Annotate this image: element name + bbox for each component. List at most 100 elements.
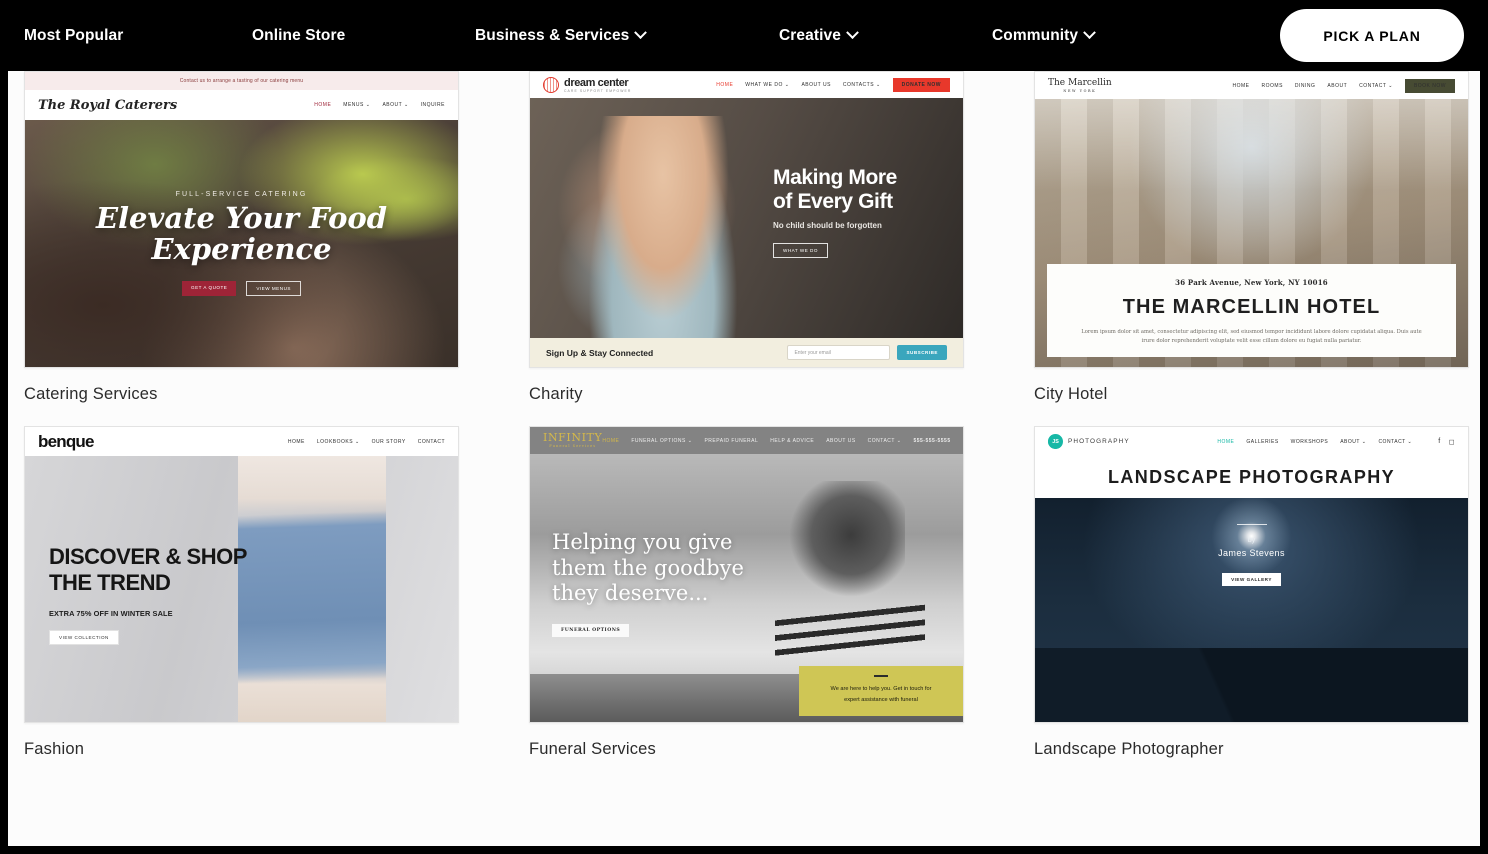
headline-line: Experience [151,231,332,266]
nav-item-creative[interactable]: Creative [779,26,859,45]
site-nav: HOME LOOKBOOKS ⌄ OUR STORY CONTACT [288,439,445,445]
site-hero: Helping you give them the goodbye they d… [530,454,963,722]
site-nav-item: ABOUT ⌄ [1340,438,1367,445]
site-header: INFINITY Funeral Services HOME FUNERAL O… [530,427,963,454]
nav-item-most-popular[interactable]: Most Popular [24,27,123,45]
hotel-info-panel: 36 Park Avenue, New York, NY 10016 THE M… [1047,264,1456,357]
pick-a-plan-button[interactable]: PICK A PLAN [1280,9,1464,62]
funeral-site-preview: Helping you give them the goodbye they d… [530,427,963,722]
site-logo: The Royal Caterers [38,97,178,113]
template-card-city-hotel[interactable]: The Marcellin NEW YORK HOME ROOMS DINING… [1034,71,1469,404]
hero-photo-tree [785,481,905,601]
funeral-options-button: FUNERAL OPTIONS [552,623,630,637]
site-hero: FULL-SERVICE CATERING Elevate Your Food … [25,120,458,367]
site-nav: HOME WHAT WE DO ⌄ ABOUT US CONTACTS ⌄ DO… [716,78,950,92]
top-navigation-bar: Most Popular Online Store Business & Ser… [0,0,1488,71]
nav-label: Community [992,26,1079,44]
site-nav-item: MENUS ⌄ [343,102,371,108]
hero-headline: DISCOVER & SHOP THE TREND [49,544,247,596]
hotel-headline: THE MARCELLIN HOTEL [1122,296,1381,318]
site-nav: HOME GALLERIES WORKSHOPS ABOUT ⌄ CONTACT… [1217,438,1455,446]
template-thumbnail[interactable]: JS PHOTOGRAPHY HOME GALLERIES WORKSHOPS … [1034,426,1469,723]
template-card-funeral-services[interactable]: Helping you give them the goodbye they d… [529,426,964,759]
fashion-site-preview: benque HOME LOOKBOOKS ⌄ OUR STORY CONTAC… [25,427,458,722]
phone-number: 555-555-5555 [913,437,951,444]
template-thumbnail[interactable]: Helping you give them the goodbye they d… [529,426,964,723]
site-nav-item: CONTACT [417,438,445,445]
divider [874,675,888,678]
globe-logo-icon [543,77,559,93]
author-name: James Stevens [1218,548,1285,558]
chevron-down-icon [846,26,859,40]
newsletter-bar: Sign Up & Stay Connected Enter your emai… [530,338,963,367]
hotel-body-text: Lorem ipsum dolor sit amet, consectetur … [1081,329,1422,345]
nav-item-business-services[interactable]: Business & Services [475,26,648,45]
site-logo: dream center [564,77,629,89]
template-thumbnail[interactable]: The Marcellin NEW YORK HOME ROOMS DINING… [1034,71,1469,368]
site-header: benque HOME LOOKBOOKS ⌄ OUR STORY CONTAC… [25,427,458,456]
hero-kicker: FULL-SERVICE CATERING [175,190,308,198]
template-card-catering-services[interactable]: Contact us to arrange a tasting of our c… [24,71,459,404]
template-thumbnail[interactable]: dream center CARE SUPPORT EMPOWER HOME W… [529,71,964,368]
site-nav: HOME FUNERAL OPTIONS ⌄ PREPAID FUNERAL H… [602,438,950,444]
book-now-button: BOOK NOW [1404,78,1455,93]
site-nav-item: FUNERAL OPTIONS ⌄ [631,437,693,444]
newsletter-title: Sign Up & Stay Connected [546,347,654,358]
nav-item-community[interactable]: Community [992,26,1097,45]
hero-text: Helping you give them the goodbye they d… [552,530,744,637]
site-logo-subtext: NEW YORK [1063,89,1097,93]
hero-text: Making More of Every Gift No child shoul… [773,166,897,258]
charity-site-preview: dream center CARE SUPPORT EMPOWER HOME W… [530,72,963,367]
site-logo-text: INFINITY [543,431,603,445]
headline-line: THE TREND [49,569,171,595]
site-logo-subtext: Funeral Services [549,444,597,449]
template-caption: Fashion [24,740,85,758]
template-caption: Charity [529,385,583,403]
site-hero: Making More of Every Gift No child shoul… [530,98,963,341]
template-card-fashion[interactable]: benque HOME LOOKBOOKS ⌄ OUR STORY CONTAC… [24,426,459,759]
site-nav: HOME ROOMS DINING ABOUT CONTACT ⌄ BOOK N… [1233,78,1455,93]
template-card-charity[interactable]: dream center CARE SUPPORT EMPOWER HOME W… [529,71,964,404]
template-caption: City Hotel [1034,385,1108,403]
site-nav-item: WHAT WE DO ⌄ [745,82,790,88]
site-logo: The Marcellin NEW YORK [1048,78,1112,94]
hero-text: DISCOVER & SHOP THE TREND EXTRA 75% OFF … [49,544,247,645]
subscribe-button: SUBSCRIBE [897,345,947,360]
instagram-icon: ◻ [1448,438,1455,446]
nav-label: Most Popular [24,26,124,44]
hero-buttons: GET A QUOTE VIEW MENUS [182,281,301,297]
site-logo: INFINITY Funeral Services [543,432,602,449]
divider [1236,524,1267,525]
nav-item-online-store[interactable]: Online Store [252,27,345,45]
email-input: Enter your email [787,345,891,360]
get-a-quote-button: GET A QUOTE [182,281,237,297]
template-card-landscape-photographer[interactable]: JS PHOTOGRAPHY HOME GALLERIES WORKSHOPS … [1034,426,1469,759]
site-nav-item: HOME [1217,438,1235,445]
view-menus-button: VIEW MENUS [246,281,301,297]
template-caption: Landscape Photographer [1034,740,1224,758]
site-nav-item: CONTACT ⌄ [1359,82,1393,89]
nav-label: Business & Services [475,26,630,44]
view-collection-button: VIEW COLLECTION [49,629,119,645]
site-nav-item: WORKSHOPS [1290,438,1329,445]
hero-photo-model [238,456,386,722]
hero-headline: LANDSCAPE PHOTOGRAPHY [1107,466,1396,487]
hotel-site-preview: The Marcellin NEW YORK HOME ROOMS DINING… [1035,72,1468,367]
site-nav-item: ABOUT US [801,82,831,88]
site-tagline: CARE SUPPORT EMPOWER [564,89,632,93]
help-callout: We are here to help you. Get in touch fo… [799,666,963,716]
headline-line: Making More [773,166,897,189]
site-nav-item: CONTACT ⌄ [1378,438,1413,445]
template-thumbnail[interactable]: benque HOME LOOKBOOKS ⌄ OUR STORY CONTAC… [24,426,459,723]
template-caption: Funeral Services [529,740,656,758]
byline-label: by [1247,537,1256,544]
template-thumbnail[interactable]: Contact us to arrange a tasting of our c… [24,71,459,368]
site-nav-item: DINING [1294,82,1316,89]
announcement-text: Contact us to arrange a tasting of our c… [179,78,304,84]
chevron-down-icon [1083,26,1097,40]
site-header: The Marcellin NEW YORK HOME ROOMS DINING… [1035,72,1468,99]
headline-line: Helping you give [552,530,733,554]
nav-label: Creative [779,26,841,44]
headline-line: Elevate Your Food [95,200,388,235]
callout-line: We are here to help you. Get in touch fo… [830,686,932,693]
